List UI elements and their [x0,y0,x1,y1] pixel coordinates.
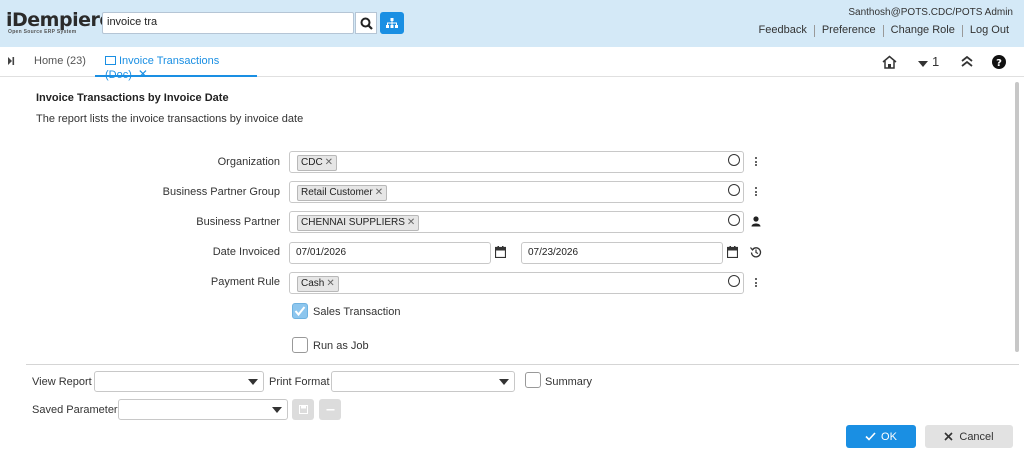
top-header: iDempiere Open Source ERP System invoice… [0,0,1024,47]
summary-checkbox[interactable] [525,372,541,388]
tab-bar: Home (23) Invoice Transactions (Doc) ✕ 1 … [0,47,1024,81]
report-title: Invoice Transactions by Invoice Date [36,92,229,104]
check-circle-icon[interactable] [728,214,740,226]
document-icon [105,56,116,65]
save-icon [298,405,308,414]
collapse-button[interactable] [961,55,973,70]
bp-group-field[interactable]: Retail Customer ✕ [289,181,744,203]
caret-down-icon [918,61,928,67]
chevron-down-icon [499,379,509,385]
chip-label: Retail Customer [301,187,373,198]
summary-label: Summary [545,376,593,388]
print-format-select[interactable] [331,371,515,392]
close-icon [944,432,953,441]
date-invoiced-label: Date Invoiced [212,246,280,258]
run-as-job-checkbox[interactable] [292,337,308,353]
payment-rule-label: Payment Rule [210,276,280,288]
sales-transaction-checkbox[interactable] [292,303,308,319]
remove-chip-icon[interactable]: ✕ [326,278,334,289]
more-options-icon[interactable] [755,278,758,289]
window-count: 1 [932,54,940,69]
chip-label: CHENNAI SUPPLIERS [301,217,405,228]
history-button[interactable] [750,246,762,261]
date-from-input[interactable]: 07/01/2026 [289,242,491,264]
chip-label: CDC [301,157,323,168]
checkmark-icon [294,306,306,317]
calendar-icon [494,246,507,259]
app-logo[interactable]: iDempiere Open Source ERP System [6,10,112,35]
calendar-from-button[interactable] [494,246,507,261]
search-icon [360,17,373,30]
global-search-input[interactable]: invoice tra [102,12,354,34]
bp-group-label: Business Partner Group [162,186,280,198]
logout-link[interactable]: Log Out [963,24,1016,37]
saved-parameters-select[interactable] [118,399,288,420]
payment-rule-chip: Cash ✕ [297,276,339,292]
minus-icon [326,409,334,411]
window-list-dropdown[interactable] [918,58,928,70]
history-icon [750,247,762,258]
organization-chip: CDC ✕ [297,155,338,171]
view-report-select[interactable] [94,371,264,392]
ok-button[interactable]: OK [846,425,916,448]
view-report-label: View Report [32,376,92,388]
home-button[interactable] [882,55,897,72]
calendar-to-button[interactable] [726,246,739,261]
check-circle-icon[interactable] [728,154,740,166]
date-to-input[interactable]: 07/23/2026 [521,242,723,264]
remove-chip-icon[interactable]: ✕ [375,187,383,198]
remove-chip-icon[interactable]: ✕ [325,157,333,168]
saved-parameters-label: Saved Parameters [32,404,124,416]
save-parameters-button[interactable] [292,399,314,420]
expand-panel-icon [8,57,15,65]
chevron-double-up-icon [961,55,973,67]
report-description: The report lists the invoice transaction… [36,113,304,125]
ok-label: OK [881,430,897,443]
check-circle-icon[interactable] [728,275,740,287]
sitemap-icon [386,17,398,28]
chevron-down-icon [248,379,258,385]
check-circle-icon[interactable] [728,184,740,196]
divider [26,364,1019,365]
delete-parameters-button[interactable] [319,399,341,420]
logo-text: iDempiere [6,9,112,31]
sales-transaction-label: Sales Transaction [313,306,401,318]
help-button[interactable]: ? [992,55,1006,72]
help-icon: ? [992,55,1006,69]
bp-field[interactable]: CHENNAI SUPPLIERS ✕ [289,211,744,233]
tab-home[interactable]: Home (23) [34,55,86,67]
payment-rule-field[interactable]: Cash ✕ [289,272,744,294]
run-as-job-label: Run as Job [313,340,369,352]
search-button[interactable] [355,12,377,34]
vertical-scrollbar[interactable] [1015,82,1019,352]
preference-link[interactable]: Preference [815,24,883,37]
menu-tree-button[interactable] [380,12,404,34]
organization-field[interactable]: CDC ✕ [289,151,744,173]
chip-label: Cash [301,278,325,289]
more-options-icon[interactable] [755,157,758,168]
organization-label: Organization [217,156,280,168]
print-format-label: Print Format [269,376,330,388]
user-role-label: Santhosh@POTS.CDC/POTS Admin [848,7,1013,18]
calendar-icon [726,246,739,259]
bp-info-button[interactable] [751,216,761,230]
cancel-label: Cancel [959,430,994,443]
cancel-button[interactable]: Cancel [925,425,1013,448]
header-links: Feedback Preference Change Role Log Out [752,24,1016,37]
checkmark-icon [865,432,876,441]
svg-text:?: ? [996,58,1002,69]
sidebar-toggle-button[interactable] [7,56,15,69]
bp-chip: CHENNAI SUPPLIERS ✕ [297,215,420,231]
bp-label: Business Partner [196,216,280,228]
bp-group-chip: Retail Customer ✕ [297,185,388,201]
tab-invoice-transactions[interactable]: Invoice Transactions (Doc) ✕ [95,47,257,81]
more-options-icon[interactable] [755,187,758,198]
user-icon [751,216,761,227]
chevron-down-icon [272,407,282,413]
change-role-link[interactable]: Change Role [884,24,962,37]
feedback-link[interactable]: Feedback [752,24,814,37]
home-icon [882,55,897,69]
remove-chip-icon[interactable]: ✕ [407,217,415,228]
